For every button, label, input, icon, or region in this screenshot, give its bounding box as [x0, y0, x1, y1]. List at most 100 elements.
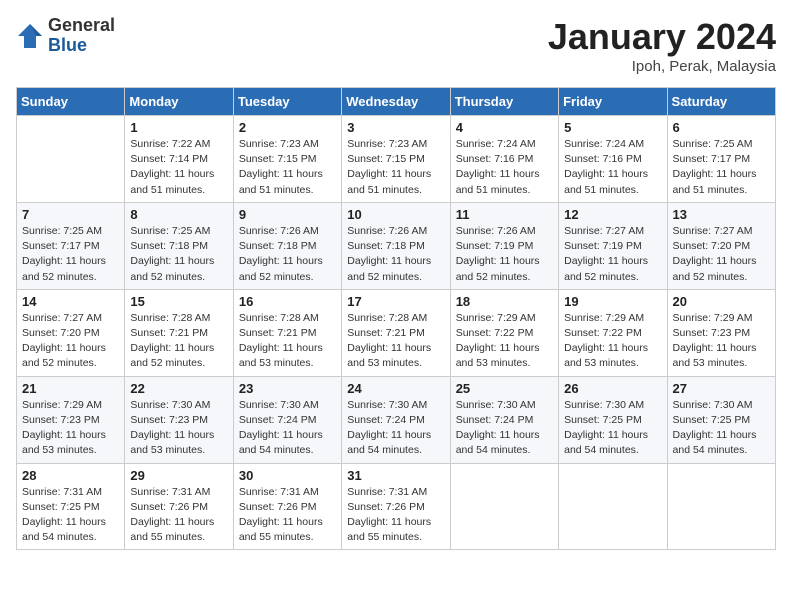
- day-number: 2: [239, 120, 336, 135]
- week-row-4: 21 Sunrise: 7:29 AMSunset: 7:23 PMDayligh…: [17, 376, 776, 463]
- day-number: 10: [347, 207, 444, 222]
- week-row-5: 28Sunrise: 7:31 AMSunset: 7:25 PMDayligh…: [17, 463, 776, 550]
- day-cell: 12 Sunrise: 7:27 AMSunset: 7:19 PMDayligh…: [559, 202, 667, 289]
- day-info: Sunrise: 7:23 AMSunset: 7:15 PMDaylight:…: [347, 137, 444, 198]
- day-cell: [450, 463, 558, 550]
- day-cell: 28Sunrise: 7:31 AMSunset: 7:25 PMDayligh…: [17, 463, 125, 550]
- day-number: 29: [130, 468, 227, 483]
- day-number: 17: [347, 294, 444, 309]
- day-info: Sunrise: 7:30 AMSunset: 7:24 PMDaylight:…: [347, 398, 444, 459]
- day-cell: 23Sunrise: 7:30 AMSunset: 7:24 PMDayligh…: [233, 376, 341, 463]
- day-cell: 29Sunrise: 7:31 AMSunset: 7:26 PMDayligh…: [125, 463, 233, 550]
- day-cell: 18Sunrise: 7:29 AMSunset: 7:22 PMDayligh…: [450, 289, 558, 376]
- day-cell: [17, 116, 125, 203]
- day-info: Sunrise: 7:26 AMSunset: 7:18 PMDaylight:…: [239, 224, 336, 285]
- logo-icon: [16, 22, 44, 50]
- day-number: 12: [564, 207, 661, 222]
- day-number: 15: [130, 294, 227, 309]
- day-number: 30: [239, 468, 336, 483]
- day-cell: 15 Sunrise: 7:28 AMSunset: 7:21 PMDayligh…: [125, 289, 233, 376]
- day-cell: [667, 463, 775, 550]
- day-info: Sunrise: 7:24 AMSunset: 7:16 PMDaylight:…: [456, 137, 553, 198]
- day-cell: 4 Sunrise: 7:24 AMSunset: 7:16 PMDaylight…: [450, 116, 558, 203]
- day-cell: 31 Sunrise: 7:31 AMSunset: 7:26 PMDayligh…: [342, 463, 450, 550]
- day-info: Sunrise: 7:29 AMSunset: 7:22 PMDaylight:…: [564, 311, 661, 372]
- day-cell: 2 Sunrise: 7:23 AMSunset: 7:15 PMDaylight…: [233, 116, 341, 203]
- day-cell: 21 Sunrise: 7:29 AMSunset: 7:23 PMDayligh…: [17, 376, 125, 463]
- day-number: 4: [456, 120, 553, 135]
- day-number: 21: [22, 381, 119, 396]
- day-cell: 5 Sunrise: 7:24 AMSunset: 7:16 PMDaylight…: [559, 116, 667, 203]
- day-cell: 6Sunrise: 7:25 AMSunset: 7:17 PMDaylight…: [667, 116, 775, 203]
- day-number: 27: [673, 381, 770, 396]
- day-info: Sunrise: 7:31 AMSunset: 7:26 PMDaylight:…: [239, 485, 336, 546]
- day-number: 1: [130, 120, 227, 135]
- location: Ipoh, Perak, Malaysia: [548, 58, 776, 75]
- day-cell: 16Sunrise: 7:28 AMSunset: 7:21 PMDayligh…: [233, 289, 341, 376]
- weekday-header-sunday: Sunday: [17, 88, 125, 116]
- day-cell: 10Sunrise: 7:26 AMSunset: 7:18 PMDayligh…: [342, 202, 450, 289]
- day-info: Sunrise: 7:30 AMSunset: 7:23 PMDaylight:…: [130, 398, 227, 459]
- day-cell: 11 Sunrise: 7:26 AMSunset: 7:19 PMDayligh…: [450, 202, 558, 289]
- day-info: Sunrise: 7:25 AMSunset: 7:17 PMDaylight:…: [673, 137, 770, 198]
- day-number: 20: [673, 294, 770, 309]
- day-number: 11: [456, 207, 553, 222]
- day-info: Sunrise: 7:22 AMSunset: 7:14 PMDaylight:…: [130, 137, 227, 198]
- day-number: 7: [22, 207, 119, 222]
- day-info: Sunrise: 7:27 AMSunset: 7:20 PMDaylight:…: [673, 224, 770, 285]
- day-info: Sunrise: 7:28 AMSunset: 7:21 PMDaylight:…: [239, 311, 336, 372]
- calendar-header-row: SundayMondayTuesdayWednesdayThursdayFrid…: [17, 88, 776, 116]
- day-info: Sunrise: 7:26 AMSunset: 7:19 PMDaylight:…: [456, 224, 553, 285]
- day-info: Sunrise: 7:30 AMSunset: 7:24 PMDaylight:…: [239, 398, 336, 459]
- calendar: SundayMondayTuesdayWednesdayThursdayFrid…: [16, 87, 776, 550]
- day-number: 14: [22, 294, 119, 309]
- day-number: 31: [347, 468, 444, 483]
- day-number: 5: [564, 120, 661, 135]
- day-cell: 17 Sunrise: 7:28 AMSunset: 7:21 PMDayligh…: [342, 289, 450, 376]
- logo-text: General Blue: [48, 16, 115, 56]
- day-number: 19: [564, 294, 661, 309]
- day-info: Sunrise: 7:30 AMSunset: 7:25 PMDaylight:…: [673, 398, 770, 459]
- logo-blue: Blue: [48, 36, 115, 56]
- day-cell: 19 Sunrise: 7:29 AMSunset: 7:22 PMDayligh…: [559, 289, 667, 376]
- week-row-3: 14Sunrise: 7:27 AMSunset: 7:20 PMDayligh…: [17, 289, 776, 376]
- day-info: Sunrise: 7:28 AMSunset: 7:21 PMDaylight:…: [347, 311, 444, 372]
- day-info: Sunrise: 7:28 AMSunset: 7:21 PMDaylight:…: [130, 311, 227, 372]
- day-number: 24: [347, 381, 444, 396]
- day-cell: 27 Sunrise: 7:30 AMSunset: 7:25 PMDayligh…: [667, 376, 775, 463]
- weekday-header-tuesday: Tuesday: [233, 88, 341, 116]
- day-info: Sunrise: 7:24 AMSunset: 7:16 PMDaylight:…: [564, 137, 661, 198]
- day-info: Sunrise: 7:27 AMSunset: 7:19 PMDaylight:…: [564, 224, 661, 285]
- day-number: 13: [673, 207, 770, 222]
- day-info: Sunrise: 7:31 AMSunset: 7:26 PMDaylight:…: [347, 485, 444, 546]
- day-info: Sunrise: 7:29 AMSunset: 7:22 PMDaylight:…: [456, 311, 553, 372]
- day-cell: 14Sunrise: 7:27 AMSunset: 7:20 PMDayligh…: [17, 289, 125, 376]
- day-cell: 9 Sunrise: 7:26 AMSunset: 7:18 PMDaylight…: [233, 202, 341, 289]
- day-cell: [559, 463, 667, 550]
- day-cell: 3 Sunrise: 7:23 AMSunset: 7:15 PMDaylight…: [342, 116, 450, 203]
- day-info: Sunrise: 7:23 AMSunset: 7:15 PMDaylight:…: [239, 137, 336, 198]
- day-number: 28: [22, 468, 119, 483]
- day-cell: 25Sunrise: 7:30 AMSunset: 7:24 PMDayligh…: [450, 376, 558, 463]
- day-info: Sunrise: 7:30 AMSunset: 7:24 PMDaylight:…: [456, 398, 553, 459]
- weekday-header-wednesday: Wednesday: [342, 88, 450, 116]
- day-number: 9: [239, 207, 336, 222]
- week-row-1: 1 Sunrise: 7:22 AMSunset: 7:14 PMDaylight…: [17, 116, 776, 203]
- weekday-header-monday: Monday: [125, 88, 233, 116]
- day-cell: 20 Sunrise: 7:29 AMSunset: 7:23 PMDayligh…: [667, 289, 775, 376]
- day-cell: 13 Sunrise: 7:27 AMSunset: 7:20 PMDayligh…: [667, 202, 775, 289]
- title-area: January 2024 Ipoh, Perak, Malaysia: [548, 16, 776, 75]
- day-info: Sunrise: 7:25 AMSunset: 7:18 PMDaylight:…: [130, 224, 227, 285]
- day-info: Sunrise: 7:30 AMSunset: 7:25 PMDaylight:…: [564, 398, 661, 459]
- week-row-2: 7Sunrise: 7:25 AMSunset: 7:17 PMDaylight…: [17, 202, 776, 289]
- day-number: 22: [130, 381, 227, 396]
- day-number: 8: [130, 207, 227, 222]
- day-number: 3: [347, 120, 444, 135]
- logo: General Blue: [16, 16, 115, 56]
- day-info: Sunrise: 7:29 AMSunset: 7:23 PMDaylight:…: [22, 398, 119, 459]
- weekday-header-thursday: Thursday: [450, 88, 558, 116]
- day-cell: 24 Sunrise: 7:30 AMSunset: 7:24 PMDayligh…: [342, 376, 450, 463]
- day-cell: 26Sunrise: 7:30 AMSunset: 7:25 PMDayligh…: [559, 376, 667, 463]
- day-info: Sunrise: 7:29 AMSunset: 7:23 PMDaylight:…: [673, 311, 770, 372]
- header: General Blue January 2024 Ipoh, Perak, M…: [16, 16, 776, 75]
